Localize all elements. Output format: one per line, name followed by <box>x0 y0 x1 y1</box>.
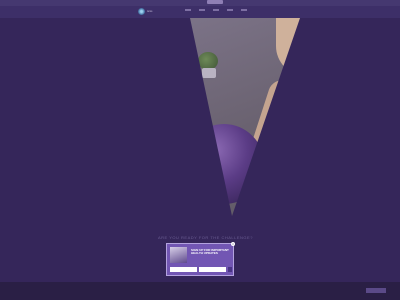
main-nav <box>185 9 247 11</box>
popup-image <box>170 247 187 263</box>
page: tums ARE YOU READY FOR THE CHALLENGE? × … <box>0 0 400 300</box>
nav-item[interactable] <box>241 9 247 11</box>
signup-form <box>170 267 232 273</box>
cookie-bar <box>0 282 400 300</box>
logo-icon <box>138 8 145 15</box>
site-logo[interactable]: tums <box>138 7 170 16</box>
name-field[interactable] <box>170 267 197 272</box>
logo-text: tums <box>147 10 153 13</box>
nav-item[interactable] <box>213 9 219 11</box>
hero-question: ARE YOU READY FOR THE CHALLENGE? <box>158 235 253 240</box>
nav-item[interactable] <box>199 9 205 11</box>
cookie-accept-button[interactable] <box>366 288 386 293</box>
email-field[interactable] <box>199 267 226 272</box>
top-bar-button[interactable] <box>207 0 223 4</box>
hero-pot <box>202 68 216 78</box>
signup-popup: × SIGN UP FOR IMPORTANT HEALTH UPDATES <box>166 242 235 276</box>
close-icon[interactable]: × <box>231 242 235 246</box>
signup-button[interactable] <box>228 267 232 272</box>
site-header: tums <box>0 6 400 18</box>
popup-title: SIGN UP FOR IMPORTANT HEALTH UPDATES <box>191 248 229 256</box>
nav-item[interactable] <box>185 9 191 11</box>
nav-item[interactable] <box>227 9 233 11</box>
